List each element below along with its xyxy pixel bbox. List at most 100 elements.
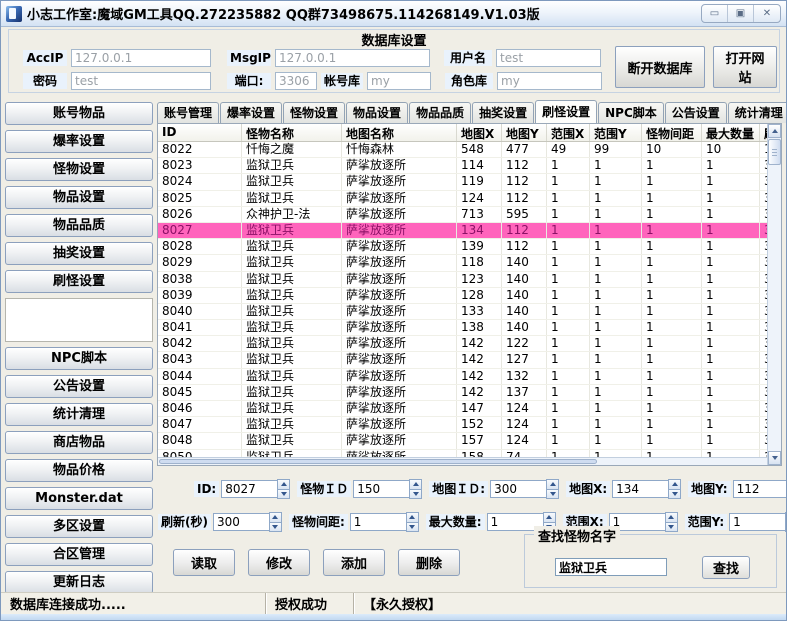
sidebar-item-14[interactable]: 合区管理 bbox=[5, 543, 153, 566]
search-box-title: 查找怪物名字 bbox=[534, 526, 620, 545]
column-header-0[interactable]: ID bbox=[158, 124, 242, 141]
tab-0[interactable]: 账号管理 bbox=[157, 102, 219, 123]
table-row[interactable]: 8027监狱卫兵萨挲放逐所13411211113 bbox=[158, 223, 781, 239]
table-row[interactable]: 8047监狱卫兵萨挲放逐所15212411113 bbox=[158, 417, 781, 433]
spin-down-icon[interactable] bbox=[546, 489, 559, 500]
tab-9[interactable]: 统计清理 bbox=[728, 102, 787, 123]
action-button-2[interactable]: 添加 bbox=[323, 549, 385, 576]
sidebar-item-9[interactable]: 统计清理 bbox=[5, 403, 153, 426]
table-row[interactable]: 8038监狱卫兵萨挲放逐所12314011113 bbox=[158, 272, 781, 288]
scrollbar-up-icon[interactable] bbox=[768, 124, 781, 138]
sidebar-item-8[interactable]: 公告设置 bbox=[5, 375, 153, 398]
column-header-7[interactable]: 怪物间距 bbox=[642, 124, 702, 141]
tab-2[interactable]: 怪物设置 bbox=[283, 102, 345, 123]
account-db-input[interactable] bbox=[367, 72, 431, 90]
tab-7[interactable]: NPC脚本 bbox=[598, 102, 664, 123]
column-header-5[interactable]: 范围X bbox=[547, 124, 590, 141]
action-button-3[interactable]: 删除 bbox=[398, 549, 460, 576]
form-field-input-1-1[interactable] bbox=[350, 513, 406, 531]
column-header-8[interactable]: 最大数量 bbox=[702, 124, 760, 141]
cell: 监狱卫兵 bbox=[242, 223, 342, 238]
username-input[interactable] bbox=[496, 49, 601, 67]
table-row[interactable]: 8042监狱卫兵萨挲放逐所14212211113 bbox=[158, 336, 781, 352]
tab-5[interactable]: 抽奖设置 bbox=[472, 102, 534, 123]
maximize-button[interactable]: ▣ bbox=[728, 5, 754, 22]
spin-down-icon[interactable] bbox=[406, 522, 419, 533]
password-input[interactable] bbox=[71, 72, 211, 90]
column-header-6[interactable]: 范围Y bbox=[590, 124, 642, 141]
sidebar-item-2[interactable]: 怪物设置 bbox=[5, 158, 153, 181]
horizontal-scrollbar[interactable] bbox=[158, 457, 767, 465]
form-field-input-0-1[interactable] bbox=[353, 480, 409, 498]
open-website-button[interactable]: 打开网站 bbox=[713, 46, 777, 88]
sidebar-item-0[interactable]: 账号物品 bbox=[5, 102, 153, 125]
sidebar-item-7[interactable]: NPC脚本 bbox=[5, 347, 153, 370]
action-button-1[interactable]: 修改 bbox=[248, 549, 310, 576]
form-field-input-0-3[interactable] bbox=[612, 480, 668, 498]
column-header-2[interactable]: 地图名称 bbox=[342, 124, 457, 141]
cell: 1 bbox=[590, 352, 642, 367]
table-row[interactable]: 8026众神护卫-法萨挲放逐所71359511113 bbox=[158, 207, 781, 223]
sidebar-item-11[interactable]: 物品价格 bbox=[5, 459, 153, 482]
table-row[interactable]: 8023监狱卫兵萨挲放逐所11411211113 bbox=[158, 158, 781, 174]
search-button[interactable]: 查找 bbox=[702, 556, 750, 579]
cell: 142 bbox=[457, 385, 502, 400]
table-row[interactable]: 8029监狱卫兵萨挲放逐所11814011113 bbox=[158, 255, 781, 271]
disconnect-db-button[interactable]: 断开数据库 bbox=[615, 46, 705, 88]
horizontal-scrollbar-thumb[interactable] bbox=[159, 459, 597, 464]
sidebar-item-10[interactable]: 商店物品 bbox=[5, 431, 153, 454]
accip-input[interactable] bbox=[71, 49, 211, 67]
sidebar-item-5[interactable]: 抽奖设置 bbox=[5, 242, 153, 265]
tab-4[interactable]: 物品品质 bbox=[409, 102, 471, 123]
form-field-input-1-4[interactable] bbox=[729, 513, 785, 531]
port-input[interactable] bbox=[275, 72, 317, 90]
table-row[interactable]: 8024监狱卫兵萨挲放逐所11911211113 bbox=[158, 174, 781, 190]
scrollbar-down-icon[interactable] bbox=[768, 451, 781, 465]
table-row[interactable]: 8046监狱卫兵萨挲放逐所14712411113 bbox=[158, 401, 781, 417]
spin-down-icon[interactable] bbox=[665, 522, 678, 533]
spin-down-icon[interactable] bbox=[409, 489, 422, 500]
form-field-input-0-4[interactable] bbox=[733, 480, 787, 498]
table-row[interactable]: 8043监狱卫兵萨挲放逐所14212711113 bbox=[158, 352, 781, 368]
msgip-input[interactable] bbox=[275, 49, 430, 67]
action-button-0[interactable]: 读取 bbox=[173, 549, 235, 576]
sidebar-item-3[interactable]: 物品设置 bbox=[5, 186, 153, 209]
edit-form: ID:怪物ＩＤ地图ＩＤ:地图X:地图Y: 刷新(秒)怪物间距:最大数量:范围X:… bbox=[158, 469, 786, 531]
spin-down-icon[interactable] bbox=[668, 489, 681, 500]
table-row[interactable]: 8040监狱卫兵萨挲放逐所13314011113 bbox=[158, 304, 781, 320]
cell: 8039 bbox=[158, 288, 242, 303]
vertical-scrollbar-thumb[interactable] bbox=[768, 139, 781, 165]
sidebar-item-4[interactable]: 物品品质 bbox=[5, 214, 153, 237]
table-row[interactable]: 8048监狱卫兵萨挲放逐所15712411113 bbox=[158, 433, 781, 449]
tab-8[interactable]: 公告设置 bbox=[665, 102, 727, 123]
role-db-input[interactable] bbox=[497, 72, 602, 90]
tab-1[interactable]: 爆率设置 bbox=[220, 102, 282, 123]
spin-down-icon[interactable] bbox=[277, 489, 290, 500]
form-field-input-1-0[interactable] bbox=[213, 513, 269, 531]
table-row[interactable]: 8044监狱卫兵萨挲放逐所14213211113 bbox=[158, 369, 781, 385]
sidebar-item-15[interactable]: 更新日志 bbox=[5, 571, 153, 594]
table-row[interactable]: 8045监狱卫兵萨挲放逐所14213711113 bbox=[158, 385, 781, 401]
tab-3[interactable]: 物品设置 bbox=[346, 102, 408, 123]
sidebar-item-6[interactable]: 刷怪设置 bbox=[5, 270, 153, 293]
spin-down-icon[interactable] bbox=[269, 522, 282, 533]
sidebar-item-1[interactable]: 爆率设置 bbox=[5, 130, 153, 153]
form-field-input-0-2[interactable] bbox=[490, 480, 546, 498]
table-row[interactable]: 8025监狱卫兵萨挲放逐所12411211113 bbox=[158, 191, 781, 207]
column-header-3[interactable]: 地图X bbox=[457, 124, 502, 141]
sidebar-item-12[interactable]: Monster.dat bbox=[5, 487, 153, 510]
table-row[interactable]: 8028监狱卫兵萨挲放逐所13911211113 bbox=[158, 239, 781, 255]
vertical-scrollbar[interactable] bbox=[767, 124, 781, 465]
tab-6[interactable]: 刷怪设置 bbox=[535, 100, 597, 123]
cell: 监狱卫兵 bbox=[242, 191, 342, 206]
minimize-button[interactable]: ▭ bbox=[702, 5, 728, 22]
column-header-1[interactable]: 怪物名称 bbox=[242, 124, 342, 141]
monster-name-search-input[interactable] bbox=[555, 558, 667, 576]
form-field-input-0-0[interactable] bbox=[221, 480, 277, 498]
sidebar-item-13[interactable]: 多区设置 bbox=[5, 515, 153, 538]
close-button[interactable]: ✕ bbox=[754, 5, 780, 22]
table-row[interactable]: 8041监狱卫兵萨挲放逐所13814011113 bbox=[158, 320, 781, 336]
table-row[interactable]: 8039监狱卫兵萨挲放逐所12814011113 bbox=[158, 288, 781, 304]
table-row[interactable]: 8022忏悔之魔忏悔森林548477499910101 bbox=[158, 142, 781, 158]
column-header-4[interactable]: 地图Y bbox=[502, 124, 547, 141]
